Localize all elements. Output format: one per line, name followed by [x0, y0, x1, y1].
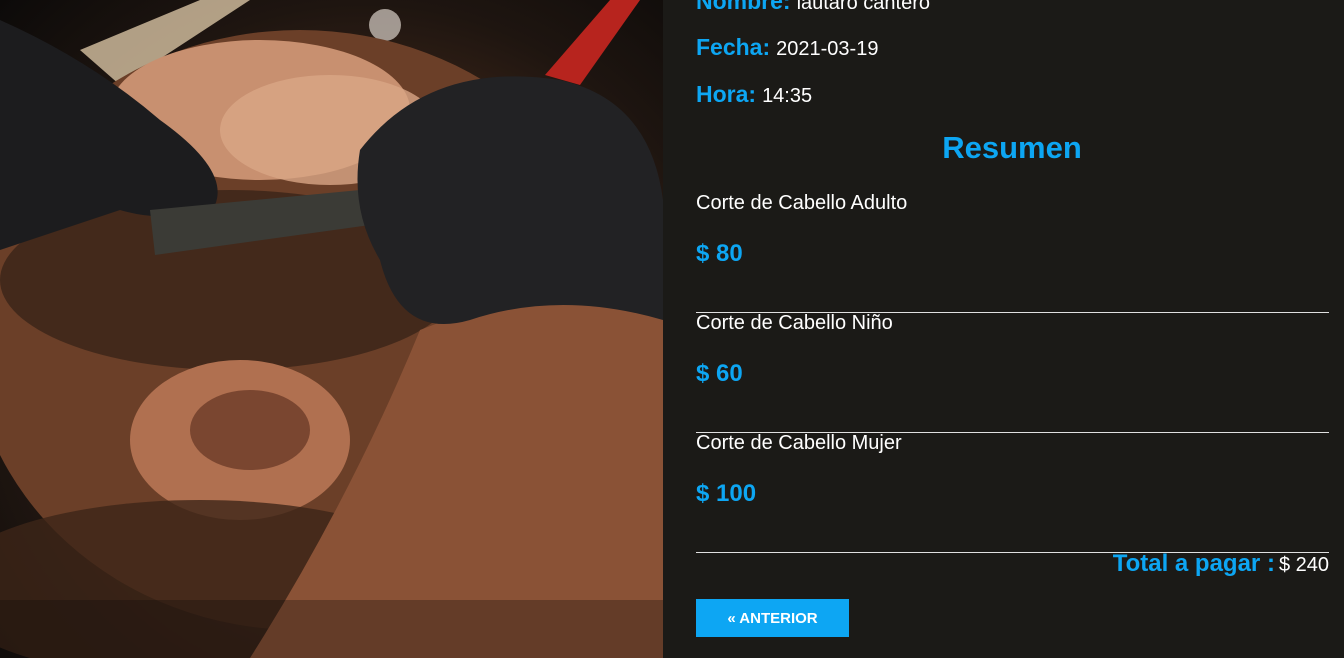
nombre-label: Nombre:: [696, 0, 791, 14]
total-line: Total a pagar : $ 240: [1113, 550, 1329, 578]
fecha-value: 2021-03-19: [776, 38, 879, 60]
service-price: $ 100: [696, 480, 757, 507]
service-price: $ 60: [696, 360, 743, 387]
total-label: Total a pagar :: [1112, 550, 1275, 577]
barber-photo: [0, 0, 663, 658]
hero-image: [0, 0, 663, 658]
cita-hora: Hora: 14:35: [696, 81, 812, 108]
fecha-label: Fecha:: [696, 34, 771, 60]
service-price: $ 80: [696, 240, 743, 267]
hora-value: 14:35: [762, 85, 813, 107]
cita-nombre: Nombre: lautaro cantero: [696, 0, 930, 15]
service-item: Corte de Cabello Mujer $ 100: [696, 432, 1329, 553]
hora-label: Hora:: [696, 81, 757, 107]
service-name: Corte de Cabello Niño: [696, 312, 893, 334]
cita-fecha: Fecha: 2021-03-19: [696, 34, 878, 61]
service-item: Corte de Cabello Niño $ 60: [696, 312, 1329, 433]
nombre-value: lautaro cantero: [796, 0, 930, 14]
service-name: Corte de Cabello Mujer: [696, 432, 902, 454]
service-item: Corte de Cabello Adulto $ 80: [696, 192, 1329, 313]
appointment-summary-panel: Nombre: lautaro cantero Fecha: 2021-03-19 …: [663, 0, 1344, 658]
previous-button[interactable]: « ANTERIOR: [696, 599, 849, 637]
summary-title: Resumen: [942, 130, 1082, 165]
total-value: $ 240: [1278, 554, 1329, 576]
service-name: Corte de Cabello Adulto: [696, 192, 908, 214]
